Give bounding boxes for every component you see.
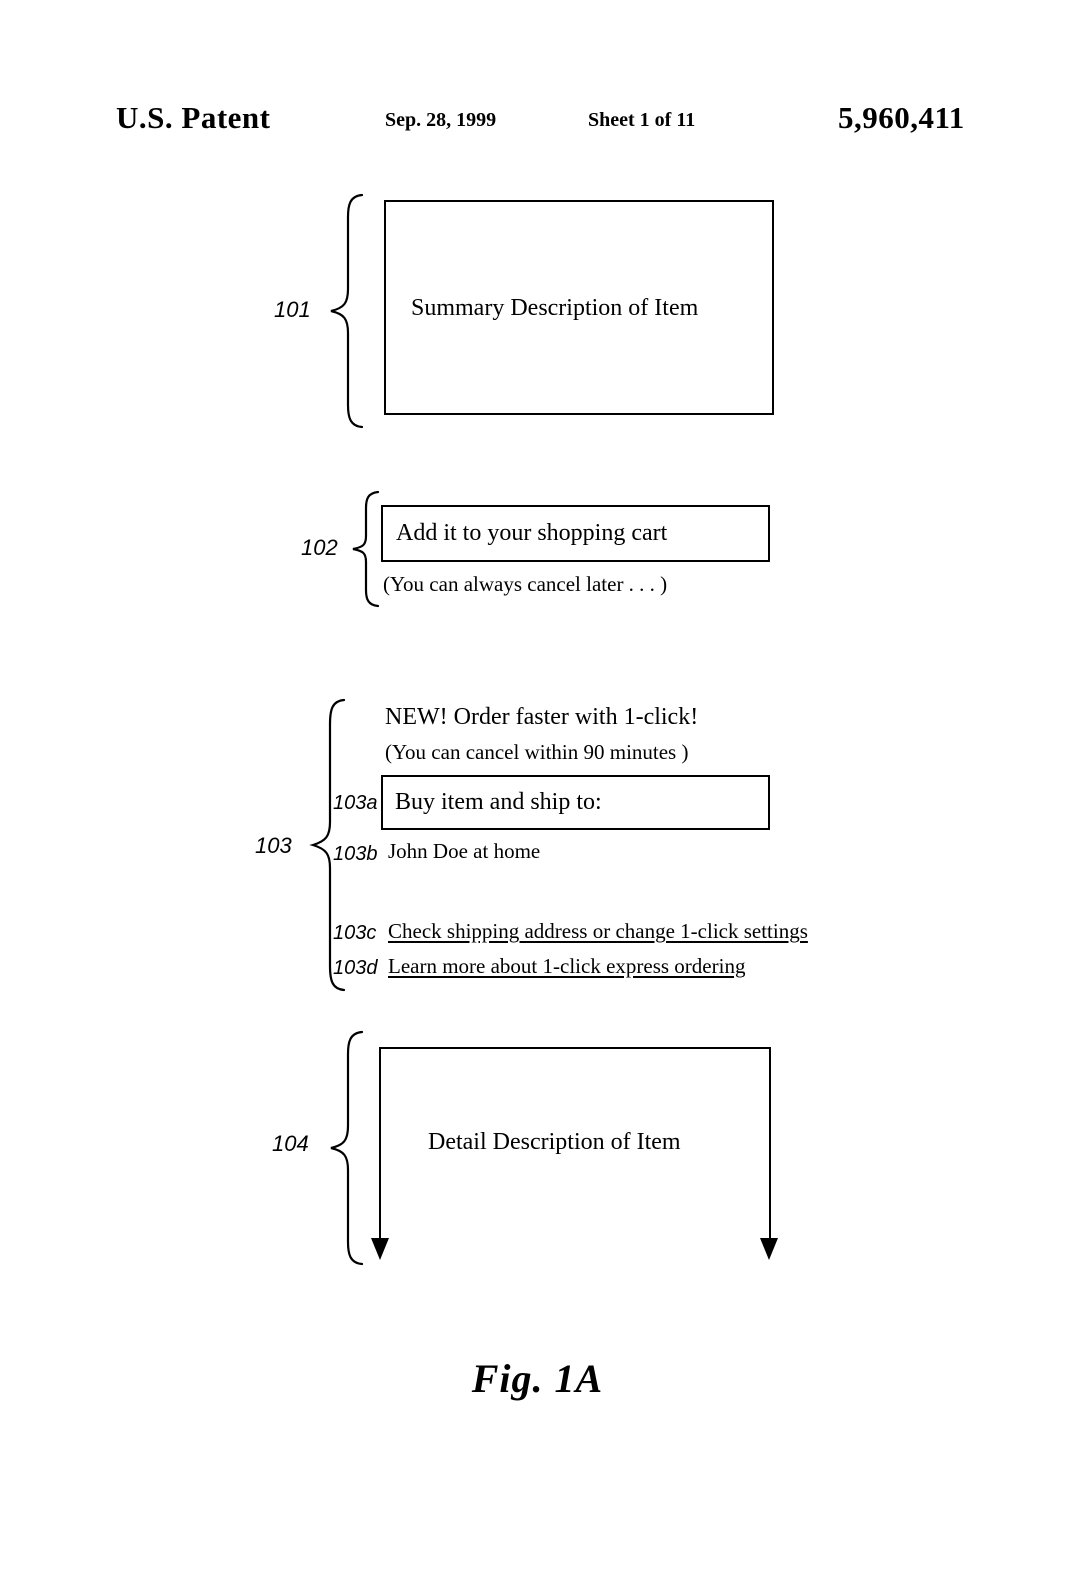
patent-drawing-page: U.S. Patent Sep. 28, 1999 Sheet 1 of 11 … xyxy=(0,0,1075,1579)
check-shipping-address-link[interactable]: Check shipping address or change 1-click… xyxy=(388,921,808,942)
buy-item-and-ship-to-box[interactable]: Buy item and ship to: xyxy=(381,775,770,830)
continuation-arrow-left xyxy=(368,1236,392,1264)
one-click-cancel-note: (You can cancel within 90 minutes ) xyxy=(385,740,689,764)
ref-label-104: 104 xyxy=(272,1131,309,1156)
learn-more-one-click-link[interactable]: Learn more about 1-click express orderin… xyxy=(388,956,745,977)
brace-101 xyxy=(328,193,364,429)
continuation-arrow-right xyxy=(757,1236,781,1264)
summary-description-box: Summary Description of Item xyxy=(384,200,774,415)
detail-description-text: Detail Description of Item xyxy=(428,1129,681,1155)
figure-caption: Fig. 1A xyxy=(471,1356,604,1401)
brace-102 xyxy=(350,490,380,608)
summary-description-text: Summary Description of Item xyxy=(411,295,699,321)
brace-104 xyxy=(328,1030,364,1266)
ref-label-103b: 103b xyxy=(333,843,378,865)
ref-label-103d: 103d xyxy=(333,957,378,979)
ref-label-103: 103 xyxy=(255,833,292,858)
patent-date: Sep. 28, 1999 xyxy=(385,109,497,131)
ref-label-103a: 103a xyxy=(333,792,378,814)
add-to-cart-box[interactable]: Add it to your shopping cart xyxy=(381,505,770,562)
cancel-later-note: (You can always cancel later . . . ) xyxy=(383,572,668,596)
one-click-promo-heading: NEW! Order faster with 1-click! xyxy=(385,704,699,730)
buy-item-and-ship-to-label: Buy item and ship to: xyxy=(395,789,602,815)
patent-number: 5,960,411 xyxy=(838,100,965,135)
ref-label-102: 102 xyxy=(301,535,338,560)
ref-label-101: 101 xyxy=(274,297,311,322)
shipping-recipient-text: John Doe at home xyxy=(388,839,541,863)
patent-office-label: U.S. Patent xyxy=(116,100,271,135)
add-to-cart-label: Add it to your shopping cart xyxy=(396,520,668,546)
ref-label-103c: 103c xyxy=(333,922,377,944)
sheet-number: Sheet 1 of 11 xyxy=(588,109,696,131)
